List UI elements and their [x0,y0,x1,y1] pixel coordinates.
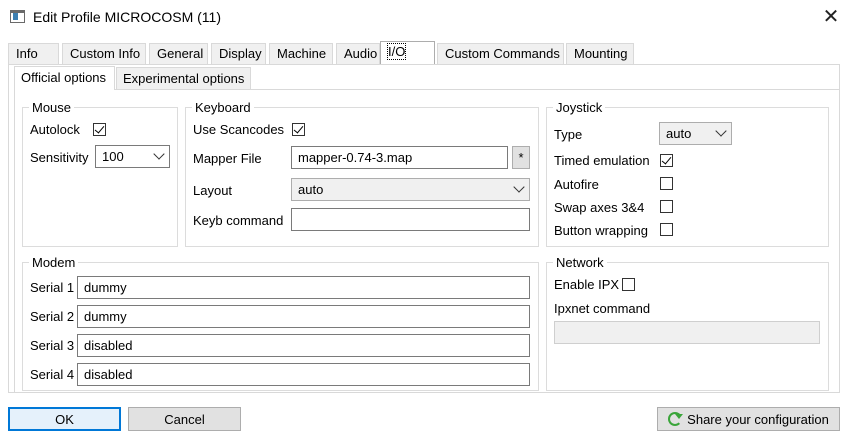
enable-ipx-label: Enable IPX [554,277,620,292]
window-app-icon [10,10,25,23]
keyb-command-input[interactable] [291,208,530,231]
serial-1-label: Serial 1 [30,280,75,295]
ipxnet-command-label: Ipxnet command [554,301,651,316]
timed-emulation-label: Timed emulation [554,153,650,168]
sensitivity-select[interactable]: 100 [95,145,170,168]
autofire-label: Autofire [554,177,599,192]
tab-custom-commands[interactable]: Custom Commands [437,43,564,64]
sensitivity-label: Sensitivity [30,150,89,165]
tab-general[interactable]: General [149,43,208,64]
network-legend: Network [556,255,604,270]
autolock-label: Autolock [30,122,80,137]
subtab-experimental-options[interactable]: Experimental options [116,67,251,89]
mapper-file-input[interactable]: mapper-0.74-3.map [291,146,508,169]
layout-value: auto [298,182,324,197]
share-configuration-button[interactable]: Share your configuration [657,407,840,431]
keyboard-legend: Keyboard [195,100,251,115]
sensitivity-value: 100 [102,149,124,164]
use-scancodes-checkbox[interactable] [292,123,305,136]
cancel-button[interactable]: Cancel [128,407,241,431]
keyb-command-label: Keyb command [193,213,284,228]
tab-custom-info[interactable]: Custom Info [62,43,146,64]
ipxnet-command-input[interactable] [554,321,820,344]
mapper-browse-button[interactable]: * [512,146,530,169]
cancel-button-label: Cancel [164,411,205,427]
modem-legend: Modem [32,255,76,270]
serial-3-label: Serial 3 [30,338,75,353]
serial-4-input[interactable]: disabled [77,363,530,386]
joystick-legend: Joystick [556,100,603,115]
serial-3-input[interactable]: disabled [77,334,530,357]
tab-mounting[interactable]: Mounting [566,43,634,64]
share-button-label: Share your configuration [687,411,829,427]
title-bar: Edit Profile MICROCOSM (11) ✕ [0,0,850,34]
mouse-legend: Mouse [32,100,72,115]
joystick-type-label: Type [554,127,583,142]
chevron-down-icon [153,148,165,160]
tab-io[interactable]: I/O [380,41,435,64]
autolock-checkbox[interactable] [93,123,106,136]
ok-button[interactable]: OK [8,407,121,431]
serial-2-label: Serial 2 [30,309,75,324]
swap-axes-checkbox[interactable] [660,200,673,213]
tab-audio[interactable]: Audio [336,43,380,64]
refresh-icon [668,412,684,426]
enable-ipx-checkbox[interactable] [622,278,635,291]
mapper-file-label: Mapper File [193,151,262,166]
chevron-down-icon [513,181,525,193]
chevron-down-icon [715,125,727,137]
tab-info[interactable]: Info [8,43,59,64]
joystick-type-value: auto [666,126,692,141]
swap-axes-label: Swap axes 3&4 [554,200,645,215]
close-icon[interactable]: ✕ [818,3,844,29]
subtab-official-options[interactable]: Official options [14,66,115,90]
tab-machine[interactable]: Machine [269,43,333,64]
serial-1-input[interactable]: dummy [77,276,530,299]
serial-4-label: Serial 4 [30,367,75,382]
layout-select[interactable]: auto [291,178,530,201]
timed-emulation-checkbox[interactable] [660,154,673,167]
button-wrapping-checkbox[interactable] [660,223,673,236]
joystick-type-select[interactable]: auto [659,122,732,145]
window-title: Edit Profile MICROCOSM (11) [33,9,221,25]
tab-display[interactable]: Display [211,43,266,64]
serial-2-input[interactable]: dummy [77,305,530,328]
ok-button-label: OK [55,411,74,427]
button-wrapping-label: Button wrapping [554,223,648,238]
autofire-checkbox[interactable] [660,177,673,190]
use-scancodes-label: Use Scancodes [193,122,285,137]
layout-label: Layout [193,183,233,198]
